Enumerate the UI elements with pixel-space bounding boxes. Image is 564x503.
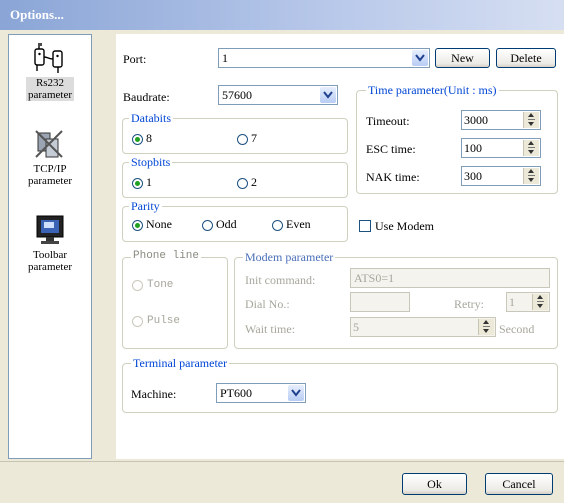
network-icon [35, 130, 63, 158]
phone-line-group [122, 257, 228, 349]
parity-none-radio[interactable] [132, 220, 143, 231]
use-modem-checkbox[interactable] [359, 220, 371, 232]
databits-legend: Databits [129, 111, 173, 126]
databits-7-radio[interactable] [237, 134, 248, 145]
parity-even-radio[interactable] [272, 220, 283, 231]
parity-even-label: Even [286, 217, 311, 231]
esc-time-stepper[interactable]: 100 [461, 138, 541, 158]
phone-line-legend: Phone line [131, 250, 202, 262]
databits-8-radio[interactable] [132, 134, 143, 145]
timeout-stepper[interactable]: 3000 [461, 110, 541, 130]
spin-arrows-icon[interactable] [523, 168, 539, 184]
sidebar-item-label: Toolbar parameter [28, 249, 72, 273]
window-title: Options... [10, 7, 64, 22]
parity-none-label: None [146, 217, 172, 231]
sidebar-item-label: TCP/IP parameter [28, 163, 72, 187]
title-bar: Options... [0, 0, 564, 30]
chevron-down-icon[interactable] [412, 50, 428, 66]
stopbits-legend: Stopbits [129, 155, 173, 170]
pulse-label: Pulse [147, 315, 181, 327]
dialog-footer: Ok Cancel [0, 461, 564, 503]
stopbits-2-label: 2 [251, 175, 257, 189]
databits-7-label: 7 [251, 131, 257, 145]
sidebar-item-label: Rs232 parameter [26, 77, 74, 101]
tone-label: Tone [147, 279, 174, 291]
second-label: Second [499, 322, 535, 336]
dial-no-label: Dial No.: [245, 297, 290, 311]
retry-label: Retry: [454, 297, 484, 311]
use-modem-label: Use Modem [375, 219, 434, 233]
parity-legend: Parity [129, 199, 162, 214]
pulse-radio[interactable] [132, 316, 143, 327]
wait-time-stepper[interactable]: 5 [350, 317, 496, 337]
time-parameter-legend: Time parameter(Unit : ms) [366, 83, 499, 98]
ok-button[interactable]: Ok [402, 473, 467, 495]
parity-odd-label: Odd [216, 217, 237, 231]
spin-arrows-icon[interactable] [532, 294, 548, 310]
spin-arrows-icon[interactable] [523, 112, 539, 128]
monitor-icon [36, 215, 64, 244]
settings-panel: Port: 1 New Delete Baudrate: 57600 Datab… [116, 34, 564, 459]
baudrate-label: Baudrate: [123, 90, 170, 104]
modem-parameter-legend: Modem parameter [243, 250, 336, 265]
delete-port-button[interactable]: Delete [496, 48, 556, 68]
parity-odd-radio[interactable] [202, 220, 213, 231]
machine-select[interactable]: PT600 [216, 383, 306, 403]
cancel-button[interactable]: Cancel [485, 473, 553, 495]
spin-arrows-icon[interactable] [478, 319, 494, 335]
init-command-label: Init command: [245, 273, 316, 287]
new-port-button[interactable]: New [435, 48, 490, 68]
databits-8-label: 8 [146, 131, 152, 145]
spin-arrows-icon[interactable] [523, 140, 539, 156]
retry-stepper[interactable]: 1 [506, 292, 550, 312]
sidebar-item-rs232[interactable]: Rs232 parameter [11, 41, 89, 101]
machine-label: Machine: [131, 387, 177, 401]
serial-port-icon [34, 43, 63, 73]
terminal-parameter-legend: Terminal parameter [131, 356, 230, 371]
sidebar: Rs232 parameter TCP/IP parameter Toolbar pa… [8, 34, 92, 459]
chevron-down-icon[interactable] [288, 385, 304, 401]
chevron-down-icon[interactable] [320, 87, 336, 103]
nak-time-label: NAK time: [366, 170, 420, 184]
esc-time-label: ESC time: [366, 142, 416, 156]
stopbits-1-label: 1 [146, 175, 152, 189]
wait-time-label: Wait time: [245, 322, 296, 336]
port-select[interactable]: 1 [218, 48, 430, 68]
dial-no-input[interactable] [350, 292, 410, 312]
nak-time-stepper[interactable]: 300 [461, 166, 541, 186]
stopbits-2-radio[interactable] [237, 178, 248, 189]
baudrate-select[interactable]: 57600 [218, 85, 338, 105]
tone-radio[interactable] [132, 280, 143, 291]
sidebar-item-tcpip[interactable]: TCP/IP parameter [11, 127, 89, 187]
stopbits-1-radio[interactable] [132, 178, 143, 189]
port-label: Port: [123, 52, 147, 66]
sidebar-item-toolbar[interactable]: Toolbar parameter [11, 213, 89, 273]
init-command-input[interactable]: ATS0=1 [350, 268, 550, 288]
timeout-label: Timeout: [366, 114, 410, 128]
